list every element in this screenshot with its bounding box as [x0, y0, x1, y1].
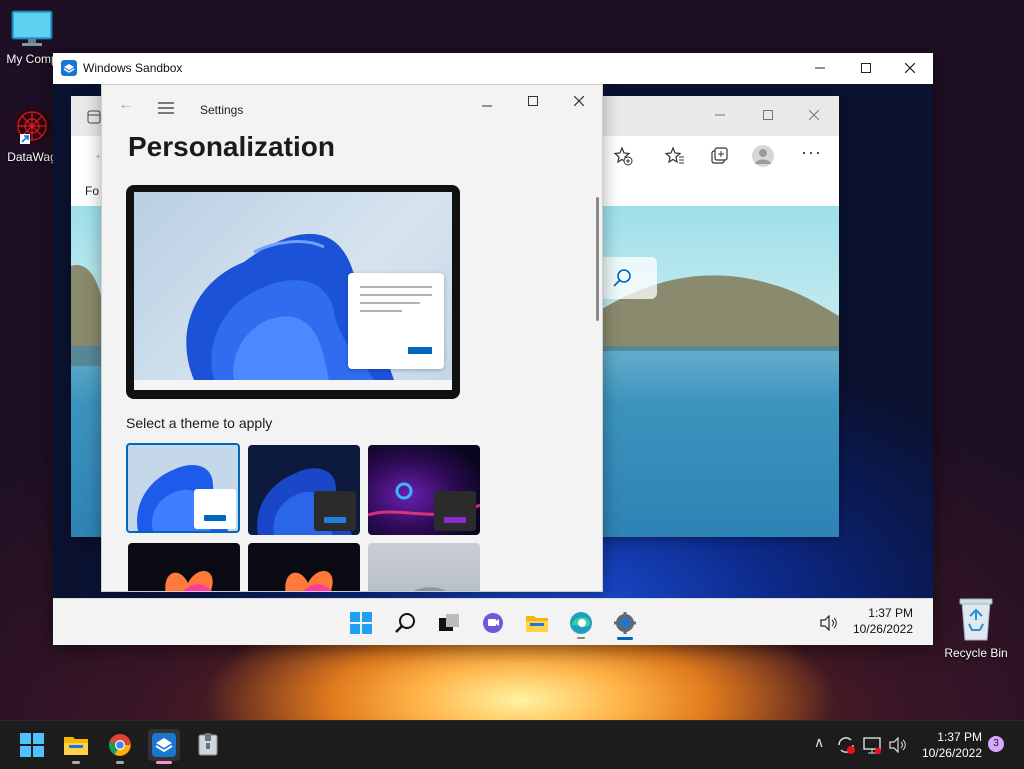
theme-windows-light[interactable] — [126, 443, 240, 533]
sandbox-time: 1:37 PM — [868, 606, 913, 620]
windows-sandbox-window[interactable]: Windows Sandbox ← ··· — [53, 53, 933, 645]
task-view-icon — [439, 614, 459, 631]
datawagon-logo-icon — [14, 108, 50, 144]
recycle-bin-icon — [959, 598, 993, 641]
hamburger-menu-icon[interactable] — [158, 102, 174, 114]
sandbox-desktop: ← ··· Fo ← — [53, 84, 933, 645]
theme-sample-window — [194, 489, 236, 529]
host-archive-button[interactable] — [192, 729, 224, 761]
chat-icon — [483, 613, 503, 633]
settings-minimize-icon[interactable] — [482, 101, 492, 111]
chat-button[interactable] — [477, 607, 509, 639]
sandbox-icon — [61, 60, 77, 76]
sandbox-title-bar[interactable]: Windows Sandbox — [53, 53, 933, 85]
theme-glow[interactable] — [368, 445, 480, 535]
host-sandbox-button[interactable] — [148, 729, 180, 764]
flower-thumbnail — [285, 571, 333, 591]
maximize-icon — [861, 63, 871, 73]
profile-avatar-icon[interactable] — [751, 144, 775, 168]
settings-scrollbar[interactable] — [596, 197, 599, 321]
host-time: 1:37 PM — [937, 730, 982, 744]
host-start-button[interactable] — [16, 729, 48, 761]
preview-taskbar — [134, 380, 452, 390]
sandbox-date: 10/26/2022 — [852, 622, 913, 636]
task-view-button[interactable] — [433, 607, 465, 639]
minimize-icon — [815, 67, 825, 69]
theme-captured-motion-2[interactable] — [248, 543, 360, 591]
search-button[interactable] — [389, 607, 421, 639]
show-hidden-icons-chevron-up-icon[interactable]: ∧ — [814, 734, 824, 751]
edge-maximize-icon[interactable] — [763, 110, 773, 120]
grey-bloom-thumbnail — [413, 587, 446, 591]
volume-icon[interactable] — [888, 737, 908, 753]
host-taskbar: ∧ 1:37 PM 10/26/2022 3 — [0, 720, 1024, 769]
file-explorer-button[interactable] — [521, 607, 553, 639]
edge-close-icon[interactable] — [809, 110, 819, 120]
theme-sunrise[interactable] — [368, 543, 480, 591]
settings-maximize-icon[interactable] — [528, 96, 538, 106]
folder-icon — [64, 737, 88, 755]
collections-icon[interactable] — [709, 146, 729, 166]
theme-sample-window — [314, 491, 356, 531]
back-arrow-icon[interactable]: ← — [118, 96, 134, 114]
sandbox-maximize-button[interactable] — [843, 53, 889, 83]
windows-logo-icon — [20, 733, 44, 757]
sandbox-taskbar: 1:37 PM 10/26/2022 — [53, 598, 933, 645]
host-clock[interactable]: 1:37 PM 10/26/2022 — [912, 729, 982, 761]
monitor-icon — [11, 10, 53, 46]
sandbox-minimize-button[interactable] — [797, 53, 843, 83]
folder-icon — [526, 616, 548, 632]
volume-icon[interactable] — [819, 615, 839, 631]
page-title: Personalization — [128, 131, 335, 162]
favorites-bar-item[interactable]: Fo — [85, 184, 99, 198]
desktop-icon-label: Recycle Bin — [944, 646, 1008, 660]
sync-alert-icon[interactable] — [836, 735, 856, 755]
sandbox-icon — [152, 733, 176, 757]
preview-window-lines — [360, 286, 432, 354]
settings-window[interactable]: ← Settings Personalization Select a them… — [101, 84, 603, 592]
edge-minimize-icon[interactable] — [715, 110, 725, 120]
chrome-icon — [109, 734, 131, 756]
desktop-icon-recycle-bin[interactable]: Recycle Bin — [940, 596, 1012, 660]
edge-button[interactable] — [565, 607, 597, 639]
windows-logo-icon — [350, 612, 372, 634]
search-icon — [395, 613, 415, 633]
host-date: 10/26/2022 — [921, 746, 982, 760]
theme-windows-dark[interactable] — [248, 445, 360, 535]
theme-preview — [126, 185, 460, 399]
search-icon — [613, 269, 631, 287]
network-icon[interactable] — [862, 735, 882, 755]
notification-count-badge[interactable]: 3 — [988, 736, 1004, 752]
more-options-icon[interactable]: ··· — [801, 142, 822, 163]
close-icon — [905, 63, 915, 73]
edge-icon — [570, 612, 592, 634]
sandbox-clock[interactable]: 1:37 PM 10/26/2022 — [849, 605, 913, 637]
host-chrome-button[interactable] — [104, 729, 136, 764]
host-file-explorer-button[interactable] — [60, 729, 92, 764]
archive-icon — [198, 733, 218, 756]
preview-window — [348, 273, 444, 369]
sandbox-close-button[interactable] — [887, 53, 933, 83]
settings-taskbar-button[interactable] — [609, 607, 641, 640]
settings-app-title: Settings — [200, 103, 244, 117]
theme-section-label: Select a theme to apply — [126, 415, 273, 431]
search-box[interactable] — [601, 257, 657, 299]
tab-actions-icon[interactable] — [87, 110, 101, 124]
theme-sample-window — [434, 491, 476, 531]
theme-captured-motion-1[interactable] — [128, 543, 240, 591]
favorites-icon[interactable] — [665, 146, 685, 166]
gear-icon — [614, 612, 636, 634]
flower-thumbnail — [165, 571, 213, 591]
add-favorite-icon[interactable] — [613, 146, 633, 166]
sandbox-title: Windows Sandbox — [83, 61, 183, 75]
start-button[interactable] — [345, 607, 377, 639]
settings-close-icon[interactable] — [574, 96, 584, 106]
